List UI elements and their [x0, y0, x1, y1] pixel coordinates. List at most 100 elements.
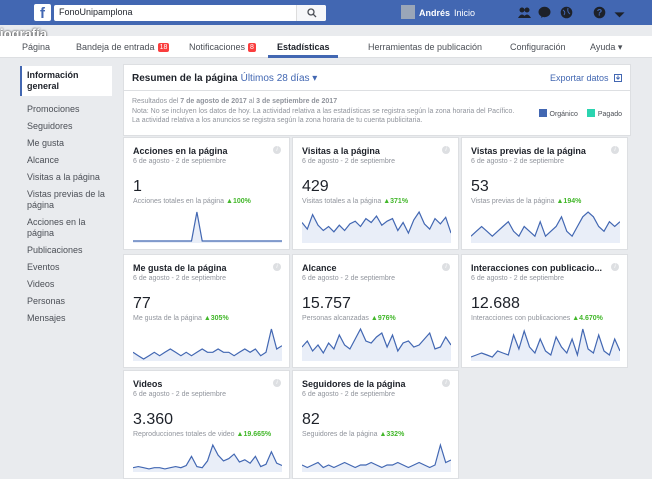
sidebar-item-eventos[interactable]: Eventos: [20, 259, 112, 276]
sidebar-item-seguidores[interactable]: Seguidores: [20, 118, 112, 135]
card-date-range: 6 de agosto - 2 de septiembre: [133, 275, 227, 282]
tab-configuracion[interactable]: Configuración: [510, 42, 566, 52]
top-bar: f FonoUnipamplona Andrés Inicio ?: [0, 0, 652, 25]
sidebar-item-informacion-general[interactable]: Información general: [20, 66, 112, 96]
card-date-range: 6 de agosto - 2 de septiembre: [133, 391, 227, 398]
card-date-range: 6 de agosto - 2 de septiembre: [471, 158, 565, 165]
info-icon[interactable]: i: [442, 263, 450, 271]
info-icon[interactable]: i: [611, 263, 619, 271]
chart-legend: Orgánico Pagado: [538, 109, 622, 118]
percent-change: ▲19.665%: [236, 431, 272, 438]
help-menu[interactable]: Ayuda ▾: [590, 42, 622, 53]
card-date-range: 6 de agosto - 2 de septiembre: [302, 158, 396, 165]
metric-card-visitas[interactable]: Visitas a la página i 6 de agosto - 2 de s…: [292, 137, 459, 250]
info-icon[interactable]: i: [442, 379, 450, 387]
card-subtitle: Vistas previas de la página ▲194%: [471, 198, 582, 205]
page-subnav: Página Bandeja de entrada 18 Notificacion…: [0, 36, 652, 58]
percent-change: ▲305%: [203, 315, 229, 322]
results-date-line: Resultados del 7 de agosto de 2017 al 3 …: [132, 98, 338, 105]
organic-swatch: [538, 109, 547, 117]
export-data-button[interactable]: Exportar datos: [550, 73, 622, 83]
help-icon[interactable]: ?: [593, 6, 606, 19]
card-title: Vistas previas de la página: [471, 146, 586, 156]
metric-card-acciones[interactable]: Acciones en la página i 6 de agosto - 2 de…: [123, 137, 290, 250]
messages-icon[interactable]: [538, 6, 551, 19]
metric-card-interacciones[interactable]: Interacciones con publicacio... i 6 de ago…: [461, 254, 628, 368]
globe-notifications-icon[interactable]: [560, 6, 573, 19]
home-link[interactable]: Inicio: [454, 8, 475, 18]
date-range-dropdown[interactable]: Últimos 28 días ▾: [241, 73, 318, 84]
sidebar-item-personas[interactable]: Personas: [20, 293, 112, 310]
card-title: Seguidores de la página: [302, 379, 406, 389]
sparkline-chart: [302, 442, 451, 472]
metric-card-alcance[interactable]: Alcance i 6 de agosto - 2 de septiembre 15.…: [292, 254, 459, 368]
card-value: 12.688: [471, 295, 520, 312]
search-icon: [307, 8, 317, 18]
info-icon[interactable]: i: [273, 146, 281, 154]
card-date-range: 6 de agosto - 2 de septiembre: [471, 275, 565, 282]
results-notes: Resultados del 7 de agosto de 2017 al 3 …: [123, 91, 631, 136]
card-subtitle: Acciones totales en la página ▲100%: [133, 198, 251, 205]
card-date-range: 6 de agosto - 2 de septiembre: [302, 275, 396, 282]
card-subtitle: Me gusta de la página ▲305%: [133, 315, 229, 322]
sidebar-item-vistas-previas[interactable]: Vistas previas de la página: [20, 186, 112, 214]
svg-text:?: ?: [597, 8, 603, 18]
search-button[interactable]: [296, 5, 326, 21]
card-value: 53: [471, 178, 489, 195]
card-subtitle: Personas alcanzadas ▲976%: [302, 315, 396, 322]
user-name-link[interactable]: Andrés: [419, 8, 450, 18]
metric-card-seguidores[interactable]: Seguidores de la página i 6 de agosto - 2 …: [292, 370, 459, 479]
tab-estadisticas[interactable]: Estadísticas: [277, 42, 330, 52]
tab-herramientas[interactable]: Herramientas de publicación: [368, 42, 482, 52]
timezone-note: Nota: No se incluyen los datos de hoy. L…: [132, 108, 515, 124]
card-title: Videos: [133, 379, 163, 389]
tab-notificaciones[interactable]: Notificaciones 8: [189, 42, 256, 52]
sparkline-chart: [302, 210, 451, 243]
sidebar-item-promociones[interactable]: Promociones: [20, 101, 112, 118]
tab-bandeja[interactable]: Bandeja de entrada 18: [76, 42, 170, 52]
avatar[interactable]: [401, 5, 415, 19]
tab-pagina[interactable]: Página: [22, 42, 50, 52]
card-title: Visitas a la página: [302, 146, 380, 156]
sidebar-item-mensajes[interactable]: Mensajes: [20, 310, 112, 327]
info-icon[interactable]: i: [611, 146, 619, 154]
card-subtitle: Reproducciones totales de video ▲19.665%: [133, 431, 272, 438]
sparkline-area: [133, 212, 282, 243]
info-icon[interactable]: i: [442, 146, 450, 154]
sidebar-item-acciones[interactable]: Acciones en la página: [20, 214, 112, 242]
sparkline-area: [133, 329, 282, 361]
percent-change: ▲4.670%: [572, 315, 603, 322]
friend-requests-icon[interactable]: [518, 6, 531, 19]
card-date-range: 6 de agosto - 2 de septiembre: [133, 158, 227, 165]
search-input[interactable]: FonoUnipamplona: [54, 5, 326, 21]
metric-card-videos[interactable]: Videos i 6 de agosto - 2 de septiembre 3.36…: [123, 370, 290, 479]
insights-sidebar: Información general Promociones Seguidor…: [20, 66, 112, 327]
sidebar-item-alcance[interactable]: Alcance: [20, 152, 112, 169]
card-subtitle: Visitas totales a la página ▲371%: [302, 198, 409, 205]
info-icon[interactable]: i: [273, 263, 281, 271]
info-icon[interactable]: i: [273, 379, 281, 387]
sidebar-item-publicaciones[interactable]: Publicaciones: [20, 242, 112, 259]
sparkline-area: [302, 445, 451, 472]
metric-card-vistas-previas[interactable]: Vistas previas de la página i 6 de agosto …: [461, 137, 628, 250]
facebook-logo-icon[interactable]: f: [34, 4, 51, 22]
card-title: Me gusta de la página: [133, 263, 227, 273]
inbox-count-badge: 18: [157, 43, 170, 52]
metric-card-me-gusta[interactable]: Me gusta de la página i 6 de agosto - 2 de…: [123, 254, 290, 368]
card-subtitle: Seguidores de la página ▲332%: [302, 431, 405, 438]
sparkline-chart: [133, 211, 282, 243]
insights-overview-panel: Resumen de la página Últimos 28 días ▾ Ex…: [123, 64, 631, 479]
sidebar-item-videos[interactable]: Videos: [20, 276, 112, 293]
chevron-down-icon[interactable]: [613, 8, 626, 21]
percent-change: ▲100%: [226, 198, 251, 205]
sparkline-area: [471, 212, 620, 243]
sparkline-line: [133, 211, 282, 242]
summary-title: Resumen de la página Últimos 28 días ▾: [132, 73, 318, 84]
download-icon: [614, 74, 622, 82]
card-subtitle: Interacciones con publicaciones ▲4.670%: [471, 315, 603, 322]
sidebar-item-visitas[interactable]: Visitas a la página: [20, 169, 112, 186]
card-date-range: 6 de agosto - 2 de septiembre: [302, 391, 396, 398]
sidebar-item-me-gusta[interactable]: Me gusta: [20, 135, 112, 152]
percent-change: ▲194%: [556, 198, 582, 205]
percent-change: ▲976%: [370, 315, 396, 322]
